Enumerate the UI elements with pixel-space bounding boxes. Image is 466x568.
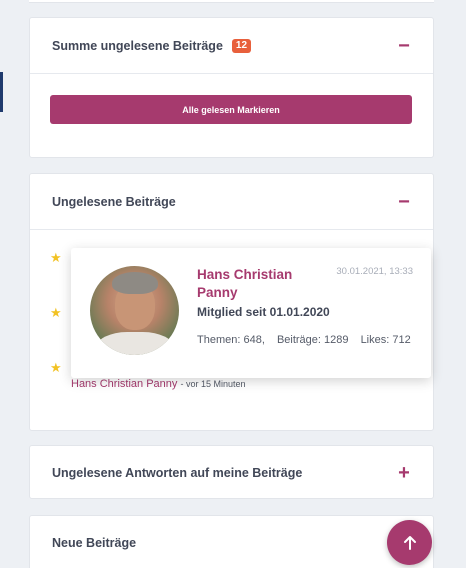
popover-topics: Themen: 648, bbox=[197, 334, 265, 346]
collapse-icon[interactable]: − bbox=[397, 192, 411, 212]
star-icon: ★ bbox=[50, 360, 62, 375]
popover-likes: Likes: 712 bbox=[360, 334, 411, 346]
star-icon: ★ bbox=[50, 250, 62, 265]
new-posts-title: Neue Beiträge bbox=[52, 536, 137, 550]
expand-icon[interactable]: + bbox=[397, 463, 411, 483]
unread-summary-title: Summe ungelesene Beiträge 12 bbox=[52, 38, 252, 53]
star-icon: ★ bbox=[50, 305, 62, 320]
new-posts-panel: Neue Beiträge bbox=[29, 515, 434, 568]
unread-replies-header[interactable]: Ungelesene Antworten auf meine Beiträge … bbox=[30, 446, 433, 500]
unread-replies-title: Ungelesene Antworten auf meine Beiträge bbox=[52, 466, 303, 480]
unread-count-badge: 12 bbox=[231, 38, 252, 53]
popover-user-name[interactable]: Hans Christian Panny bbox=[197, 266, 327, 302]
mark-all-read-button[interactable]: Alle gelesen Markieren bbox=[50, 95, 412, 124]
unread-summary-panel: Summe ungelesene Beiträge 12 − Alle gele… bbox=[29, 17, 434, 158]
arrow-up-icon bbox=[403, 535, 416, 550]
previous-panel-edge bbox=[29, 0, 434, 3]
popover-member-since: Mitglied seit 01.01.2020 bbox=[197, 305, 330, 319]
unread-summary-title-text: Summe ungelesene Beiträge bbox=[52, 38, 223, 53]
left-accent-bar bbox=[0, 72, 3, 112]
unread-summary-header[interactable]: Summe ungelesene Beiträge 12 − bbox=[30, 18, 433, 74]
popover-date: 30.01.2021, 13:33 bbox=[336, 266, 413, 277]
avatar bbox=[90, 266, 179, 355]
post-author-link[interactable]: Hans Christian Panny bbox=[71, 378, 177, 390]
user-popover: Hans Christian Panny 30.01.2021, 13:33 M… bbox=[71, 248, 431, 378]
collapse-icon[interactable]: − bbox=[397, 36, 411, 56]
unread-replies-panel: Ungelesene Antworten auf meine Beiträge … bbox=[29, 445, 434, 499]
new-posts-header[interactable]: Neue Beiträge bbox=[30, 516, 433, 568]
popover-posts: Beiträge: 1289 bbox=[276, 334, 349, 346]
scroll-to-top-button[interactable] bbox=[387, 520, 432, 565]
unread-posts-header[interactable]: Ungelesene Beiträge − bbox=[30, 174, 433, 230]
post-time: - vor 15 Minuten bbox=[180, 379, 246, 389]
post-meta: Hans Christian Panny - vor 15 Minuten bbox=[71, 378, 245, 390]
unread-posts-title: Ungelesene Beiträge bbox=[52, 194, 176, 209]
popover-stats: Themen: 648, Beiträge: 1289 Likes: 712 bbox=[197, 334, 411, 346]
